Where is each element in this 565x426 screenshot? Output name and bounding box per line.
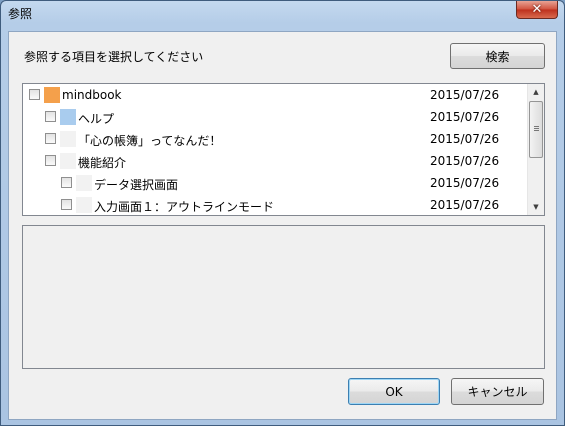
instruction-label: 参照する項目を選択してください (24, 50, 204, 64)
blank-page-icon (76, 197, 92, 213)
tree-item-date: 2015/07/26 (430, 132, 500, 146)
tree-row-mindbook[interactable]: mindbook 2015/07/26 (23, 85, 525, 107)
tree-item-date: 2015/07/26 (430, 176, 500, 190)
tree-row-kokoro[interactable]: 「心の帳簿」ってなんだ！ 2015/07/26 (23, 129, 525, 151)
item-tree[interactable]: mindbook 2015/07/26 ヘルプ 2015/07/26 「心の帳簿… (22, 83, 545, 216)
scroll-thumb[interactable] (529, 101, 543, 158)
tree-item-label: 入力画面１：アウトラインモード (94, 200, 275, 214)
tree-checkbox[interactable] (45, 133, 56, 144)
tree-checkbox[interactable] (61, 199, 72, 210)
arrow-up-icon: ▲ (533, 88, 539, 96)
grip-line (534, 128, 539, 129)
arrow-down-icon: ▼ (533, 203, 539, 211)
tree-row-help[interactable]: ヘルプ 2015/07/26 (23, 107, 525, 129)
grip-line (534, 130, 539, 131)
tree-item-label: データ選択画面 (94, 178, 179, 192)
tree-checkbox[interactable] (45, 111, 56, 122)
preview-pane (22, 225, 545, 369)
blank-page-icon (60, 131, 76, 147)
blue-square-icon (60, 109, 76, 125)
title-bar[interactable]: 参照 ✕ (1, 1, 564, 25)
orange-square-icon (44, 87, 60, 103)
search-button[interactable]: 検索 (450, 43, 545, 69)
tree-checkbox[interactable] (29, 89, 40, 100)
tree-item-label: mindbook (62, 88, 122, 102)
tree-item-date: 2015/07/26 (430, 88, 500, 102)
tree-item-date: 2015/07/26 (430, 198, 500, 212)
tree-item-date: 2015/07/26 (430, 154, 500, 168)
tree-item-label: 機能紹介 (78, 156, 127, 170)
close-icon: ✕ (531, 2, 543, 17)
dialog-body: 参照する項目を選択してください 検索 mindbook 2015/07/26 ヘ… (8, 31, 557, 420)
window-title: 参照 (8, 7, 33, 21)
cancel-button[interactable]: キャンセル (451, 378, 544, 405)
tree-item-label: ヘルプ (78, 112, 115, 126)
tree-row-outline[interactable]: 入力画面１：アウトラインモード 2015/07/26 (23, 195, 525, 215)
tree-item-label: 「心の帳簿」ってなんだ！ (78, 134, 222, 148)
tree-item-date: 2015/07/26 (430, 110, 500, 124)
tree-checkbox[interactable] (61, 177, 72, 188)
ok-button[interactable]: OK (348, 378, 440, 405)
vertical-scrollbar[interactable]: ▲ ▼ (527, 84, 544, 215)
reference-dialog: 参照 ✕ 参照する項目を選択してください 検索 mindbook 2015/07… (0, 0, 565, 426)
tree-row-features[interactable]: 機能紹介 2015/07/26 (23, 151, 525, 173)
blank-page-icon (76, 175, 92, 191)
tree-checkbox[interactable] (45, 155, 56, 166)
blank-page-icon (60, 153, 76, 169)
scroll-up-button[interactable]: ▲ (528, 84, 544, 100)
scroll-down-button[interactable]: ▼ (528, 199, 544, 215)
grip-line (534, 126, 539, 127)
tree-row-data-select[interactable]: データ選択画面 2015/07/26 (23, 173, 525, 195)
close-button[interactable]: ✕ (516, 1, 558, 19)
